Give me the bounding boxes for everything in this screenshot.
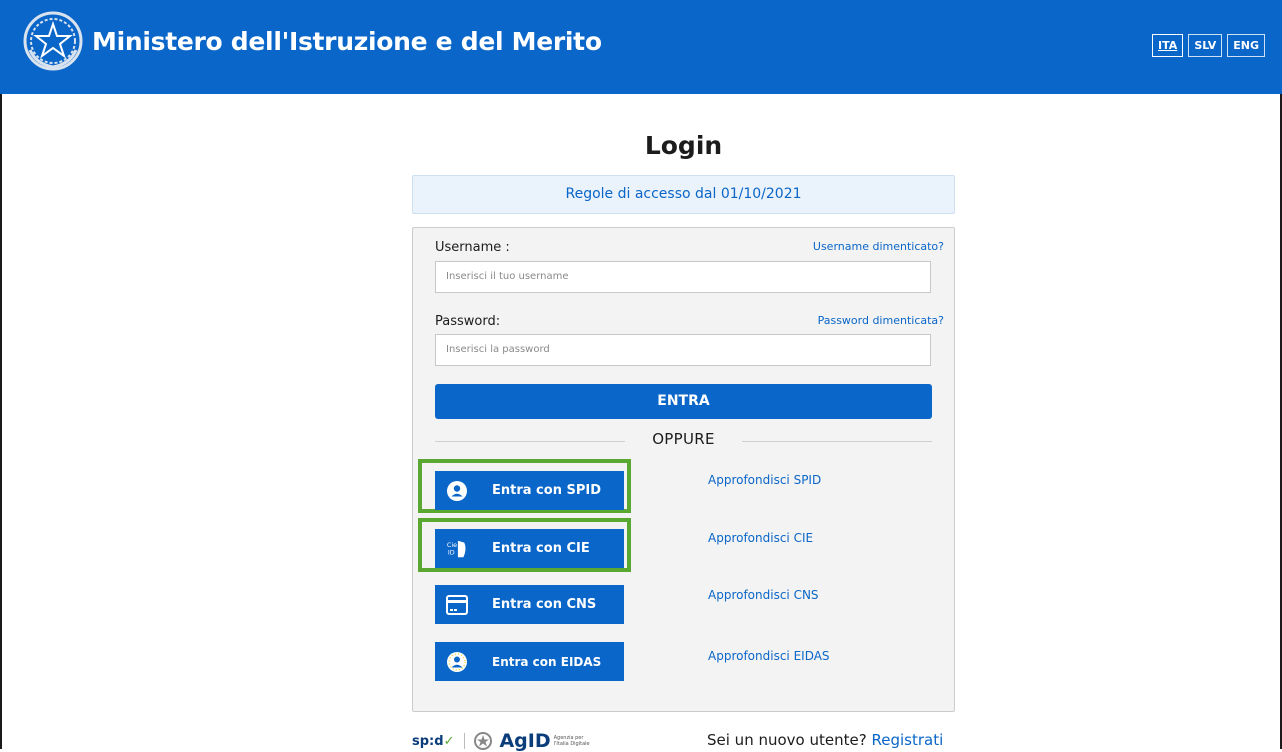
spid-login-button[interactable]: Entra con SPID (435, 471, 624, 510)
user-circle-icon (446, 480, 468, 502)
cns-login-button[interactable]: Entra con CNS (435, 585, 624, 624)
footer-logo-divider (464, 733, 466, 749)
site-title: Ministero dell'Istruzione e del Merito (92, 27, 602, 56)
eidas-login-button[interactable]: Entra con EIDAS (435, 642, 624, 681)
eu-user-icon (446, 651, 468, 673)
spid-login-label: Entra con SPID (492, 483, 601, 498)
language-switcher: ITA SLV ENG (1152, 34, 1265, 57)
username-label: Username : (435, 240, 510, 255)
italian-republic-emblem-icon (23, 11, 83, 71)
password-forgot-link[interactable]: Password dimenticata? (818, 314, 944, 327)
divider-right (742, 441, 932, 442)
top-header: Ministero dell'Istruzione e del Merito I… (0, 0, 1282, 94)
username-forgot-link[interactable]: Username dimenticato? (813, 240, 944, 253)
register-link[interactable]: Registrati (871, 731, 943, 749)
cie-login-button[interactable]: Cie ID Entra con CIE (435, 529, 624, 568)
login-panel: Username : Username dimenticato? Inseris… (412, 227, 955, 712)
register-prompt: Sei un nuovo utente? Registrati (707, 731, 943, 749)
language-eng[interactable]: ENG (1227, 34, 1265, 57)
cie-info-link[interactable]: Approfondisci CIE (708, 531, 813, 545)
username-input[interactable]: Inserisci il tuo username (435, 261, 931, 293)
new-user-text: Sei un nuovo utente? (707, 731, 867, 749)
svg-text:ID: ID (448, 548, 455, 556)
eidas-login-label: Entra con EIDAS (492, 654, 602, 669)
spid-logo: sp:d✓ (412, 733, 455, 749)
login-submit-button[interactable]: ENTRA (435, 384, 932, 419)
language-slv[interactable]: SLV (1188, 34, 1223, 57)
language-ita[interactable]: ITA (1152, 34, 1184, 57)
card-icon (446, 594, 468, 616)
cie-login-label: Entra con CIE (492, 541, 590, 556)
or-separator-label: OPPURE (652, 430, 715, 448)
login-title: Login (644, 131, 723, 160)
agid-subtitle: Agenzia per l'Italia Digitale (553, 735, 590, 747)
cns-info-link[interactable]: Approfondisci CNS (708, 588, 819, 602)
password-label: Password: (435, 314, 501, 329)
cns-login-label: Entra con CNS (492, 597, 597, 612)
access-rules-link[interactable]: Regole di accesso dal 01/10/2021 (412, 175, 955, 214)
agid-emblem-icon (474, 732, 493, 750)
eidas-info-link[interactable]: Approfondisci EIDAS (708, 649, 830, 663)
spid-info-link[interactable]: Approfondisci SPID (708, 473, 821, 487)
password-input[interactable]: Inserisci la password (435, 334, 931, 366)
cie-id-icon: Cie ID (446, 538, 468, 560)
